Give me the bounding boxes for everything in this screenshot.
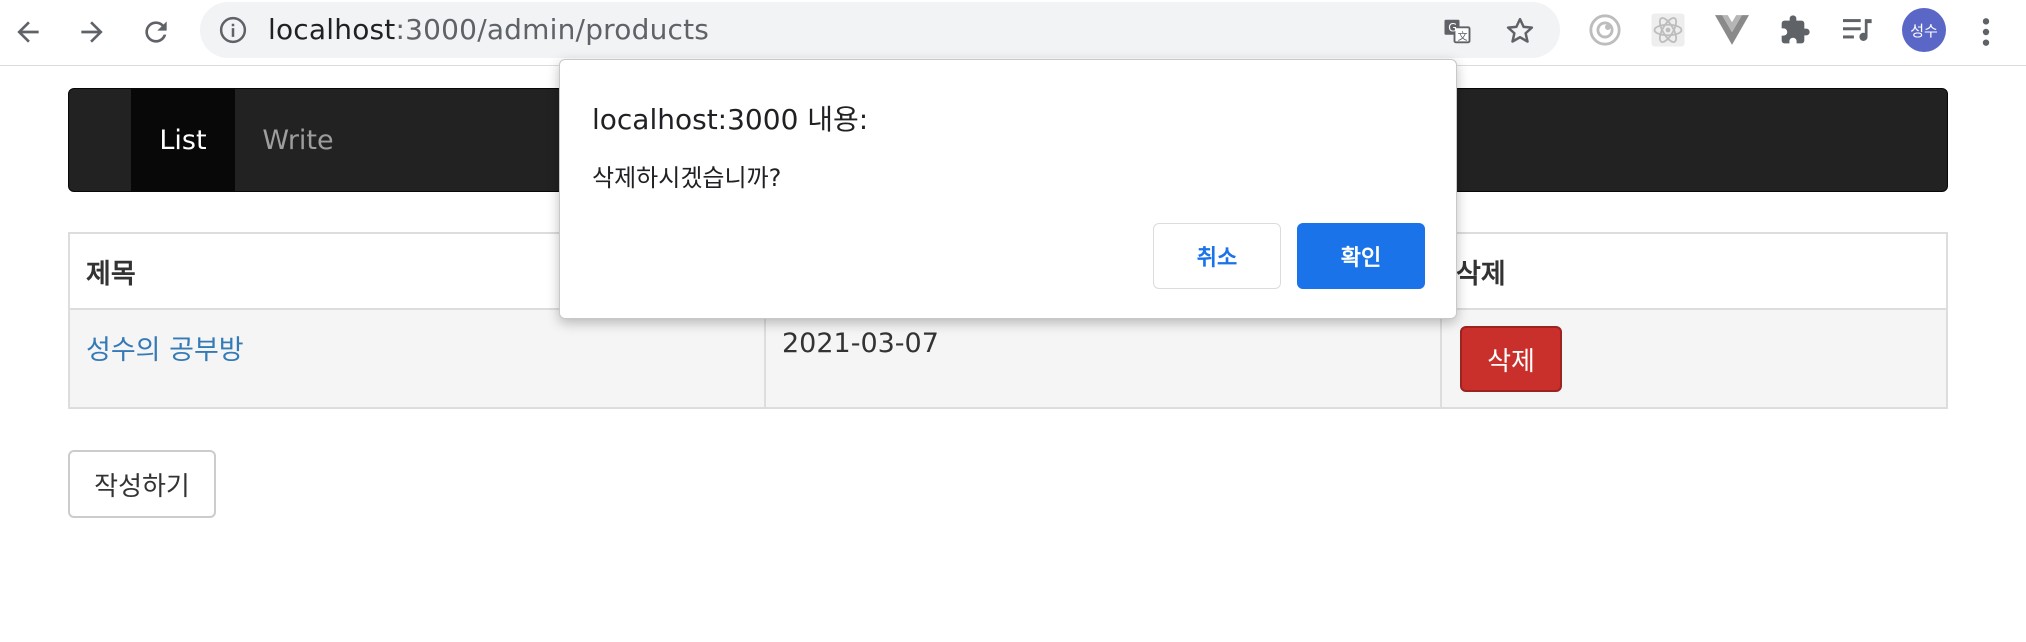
url-path: :3000/admin/products [395, 13, 710, 46]
confirm-dialog: localhost:3000 내용: 삭제하시겠습니까? 취소 확인 [559, 59, 1457, 319]
address-bar[interactable]: localhost:3000/admin/products G文 [200, 2, 1560, 58]
kebab-menu-icon[interactable] [1960, 6, 2012, 58]
avatar[interactable]: 성수 [1902, 8, 1946, 52]
target-extension-icon[interactable] [1586, 11, 1624, 49]
url-text[interactable]: localhost:3000/admin/products [268, 14, 709, 46]
table-row: 성수의 공부방 2021-03-07 삭제 [70, 308, 1946, 409]
nav-item-write[interactable]: Write [235, 89, 361, 191]
delete-button[interactable]: 삭제 [1460, 326, 1562, 392]
react-extension-icon[interactable] [1649, 11, 1687, 49]
svg-text:G: G [1448, 22, 1457, 35]
url-host: localhost [268, 13, 396, 46]
svg-text:文: 文 [1458, 30, 1468, 43]
reload-icon[interactable] [130, 6, 182, 58]
write-button[interactable]: 작성하기 [68, 450, 216, 518]
vue-extension-icon[interactable] [1713, 11, 1751, 49]
back-arrow-icon[interactable] [2, 6, 54, 58]
dialog-message: 삭제하시겠습니까? [592, 164, 782, 192]
forward-arrow-icon[interactable] [66, 6, 118, 58]
confirm-button[interactable]: 확인 [1297, 223, 1425, 289]
product-date: 2021-03-07 [782, 328, 939, 359]
product-title-link[interactable]: 성수의 공부방 [86, 328, 244, 367]
header-delete: 삭제 [1456, 258, 1506, 290]
nav-item-list[interactable]: List [131, 89, 235, 191]
column-divider [764, 310, 766, 409]
star-icon[interactable] [1503, 14, 1537, 48]
browser-toolbar: localhost:3000/admin/products G文 성수 [0, 0, 2026, 66]
info-icon[interactable] [218, 15, 248, 45]
cancel-button[interactable]: 취소 [1153, 223, 1281, 289]
media-queue-icon[interactable] [1839, 11, 1877, 49]
puzzle-extension-icon[interactable] [1776, 11, 1814, 49]
dialog-title: localhost:3000 내용: [592, 103, 869, 136]
column-divider [1440, 310, 1442, 409]
translate-icon[interactable]: G文 [1440, 14, 1474, 48]
